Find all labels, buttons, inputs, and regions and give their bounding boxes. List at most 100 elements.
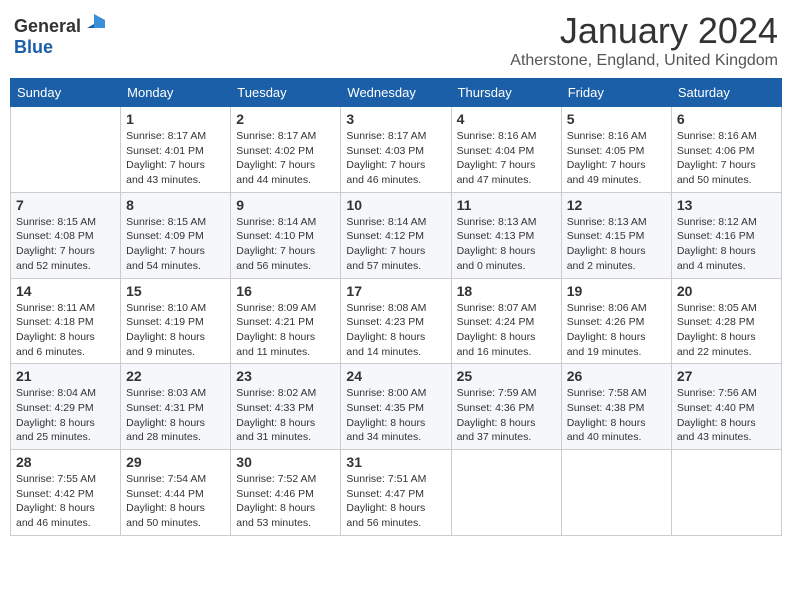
day-number: 25 <box>457 368 556 384</box>
day-number: 15 <box>126 283 225 299</box>
calendar-cell: 31Sunrise: 7:51 AMSunset: 4:47 PMDayligh… <box>341 450 451 536</box>
day-info: Sunrise: 8:02 AMSunset: 4:33 PMDaylight:… <box>236 386 335 445</box>
calendar-week-5: 28 Sunrise: 7:55 AMSunset: 4:42 PMDayligh… <box>11 450 782 536</box>
day-number: 30 <box>236 454 335 470</box>
calendar-cell: 26 Sunrise: 7:58 AMSunset: 4:38 PMDayligh… <box>561 364 671 450</box>
weekday-header-thursday: Thursday <box>451 79 561 107</box>
day-number: 31 <box>346 454 445 470</box>
day-info: Sunrise: 8:16 AMSunset: 4:05 PMDaylight:… <box>567 129 666 188</box>
day-number: 2 <box>236 111 335 127</box>
calendar-cell: 22 Sunrise: 8:03 AMSunset: 4:31 PMDayligh… <box>121 364 231 450</box>
calendar-week-1: 1Sunrise: 8:17 AMSunset: 4:01 PMDaylight… <box>11 107 782 193</box>
day-number: 27 <box>677 368 776 384</box>
day-info: Sunrise: 8:08 AMSunset: 4:23 PMDaylight:… <box>346 301 445 360</box>
title-area: January 2024 Atherstone, England, United… <box>510 10 778 70</box>
day-number: 8 <box>126 197 225 213</box>
calendar-cell: 2 Sunrise: 8:17 AMSunset: 4:02 PMDaylight… <box>231 107 341 193</box>
calendar-week-4: 21 Sunrise: 8:04 AMSunset: 4:29 PMDayligh… <box>11 364 782 450</box>
day-info: Sunrise: 7:55 AMSunset: 4:42 PMDaylight:… <box>16 472 115 531</box>
day-info: Sunrise: 8:13 AMSunset: 4:15 PMDaylight:… <box>567 215 666 274</box>
day-number: 28 <box>16 454 115 470</box>
day-number: 18 <box>457 283 556 299</box>
calendar-cell: 13 Sunrise: 8:12 AMSunset: 4:16 PMDayligh… <box>671 192 781 278</box>
day-info: Sunrise: 8:05 AMSunset: 4:28 PMDaylight:… <box>677 301 776 360</box>
calendar-cell: 16 Sunrise: 8:09 AMSunset: 4:21 PMDayligh… <box>231 278 341 364</box>
calendar-cell: 12 Sunrise: 8:13 AMSunset: 4:15 PMDayligh… <box>561 192 671 278</box>
weekday-header-monday: Monday <box>121 79 231 107</box>
logo-text: General Blue <box>14 10 105 58</box>
day-number: 12 <box>567 197 666 213</box>
month-title: January 2024 <box>510 10 778 52</box>
calendar-cell: 23Sunrise: 8:02 AMSunset: 4:33 PMDayligh… <box>231 364 341 450</box>
day-number: 13 <box>677 197 776 213</box>
calendar-cell: 3 Sunrise: 8:17 AMSunset: 4:03 PMDaylight… <box>341 107 451 193</box>
calendar-table: SundayMondayTuesdayWednesdayThursdayFrid… <box>10 78 782 536</box>
logo-blue: Blue <box>14 37 53 57</box>
day-info: Sunrise: 7:56 AMSunset: 4:40 PMDaylight:… <box>677 386 776 445</box>
calendar-cell: 8 Sunrise: 8:15 AMSunset: 4:09 PMDaylight… <box>121 192 231 278</box>
calendar-cell: 6 Sunrise: 8:16 AMSunset: 4:06 PMDaylight… <box>671 107 781 193</box>
calendar-cell: 29Sunrise: 7:54 AMSunset: 4:44 PMDayligh… <box>121 450 231 536</box>
day-info: Sunrise: 8:13 AMSunset: 4:13 PMDaylight:… <box>457 215 556 274</box>
weekday-header-sunday: Sunday <box>11 79 121 107</box>
logo-icon <box>83 10 105 32</box>
day-number: 3 <box>346 111 445 127</box>
calendar-cell: 28 Sunrise: 7:55 AMSunset: 4:42 PMDayligh… <box>11 450 121 536</box>
calendar-cell: 18Sunrise: 8:07 AMSunset: 4:24 PMDayligh… <box>451 278 561 364</box>
day-info: Sunrise: 8:14 AMSunset: 4:10 PMDaylight:… <box>236 215 335 274</box>
day-info: Sunrise: 8:03 AMSunset: 4:31 PMDaylight:… <box>126 386 225 445</box>
day-number: 6 <box>677 111 776 127</box>
calendar-cell: 21 Sunrise: 8:04 AMSunset: 4:29 PMDayligh… <box>11 364 121 450</box>
weekday-header-saturday: Saturday <box>671 79 781 107</box>
day-info: Sunrise: 8:09 AMSunset: 4:21 PMDaylight:… <box>236 301 335 360</box>
calendar-cell: 30 Sunrise: 7:52 AMSunset: 4:46 PMDayligh… <box>231 450 341 536</box>
calendar-cell: 19Sunrise: 8:06 AMSunset: 4:26 PMDayligh… <box>561 278 671 364</box>
calendar-week-3: 14Sunrise: 8:11 AMSunset: 4:18 PMDayligh… <box>11 278 782 364</box>
day-info: Sunrise: 7:58 AMSunset: 4:38 PMDaylight:… <box>567 386 666 445</box>
day-info: Sunrise: 7:54 AMSunset: 4:44 PMDaylight:… <box>126 472 225 531</box>
day-number: 16 <box>236 283 335 299</box>
calendar-cell: 4Sunrise: 8:16 AMSunset: 4:04 PMDaylight… <box>451 107 561 193</box>
day-info: Sunrise: 7:52 AMSunset: 4:46 PMDaylight:… <box>236 472 335 531</box>
day-info: Sunrise: 7:59 AMSunset: 4:36 PMDaylight:… <box>457 386 556 445</box>
calendar-cell: 17Sunrise: 8:08 AMSunset: 4:23 PMDayligh… <box>341 278 451 364</box>
day-info: Sunrise: 8:12 AMSunset: 4:16 PMDaylight:… <box>677 215 776 274</box>
weekday-header-tuesday: Tuesday <box>231 79 341 107</box>
day-info: Sunrise: 8:17 AMSunset: 4:02 PMDaylight:… <box>236 129 335 188</box>
location-title: Atherstone, England, United Kingdom <box>510 52 778 70</box>
calendar-cell: 7 Sunrise: 8:15 AMSunset: 4:08 PMDaylight… <box>11 192 121 278</box>
day-number: 4 <box>457 111 556 127</box>
day-info: Sunrise: 8:16 AMSunset: 4:06 PMDaylight:… <box>677 129 776 188</box>
calendar-cell <box>671 450 781 536</box>
logo: General Blue <box>14 10 105 58</box>
calendar-cell <box>451 450 561 536</box>
calendar-cell: 5 Sunrise: 8:16 AMSunset: 4:05 PMDaylight… <box>561 107 671 193</box>
day-number: 19 <box>567 283 666 299</box>
day-info: Sunrise: 8:15 AMSunset: 4:09 PMDaylight:… <box>126 215 225 274</box>
calendar-cell: 14Sunrise: 8:11 AMSunset: 4:18 PMDayligh… <box>11 278 121 364</box>
calendar-cell: 11 Sunrise: 8:13 AMSunset: 4:13 PMDayligh… <box>451 192 561 278</box>
day-info: Sunrise: 8:15 AMSunset: 4:08 PMDaylight:… <box>16 215 115 274</box>
day-info: Sunrise: 8:17 AMSunset: 4:01 PMDaylight:… <box>126 129 225 188</box>
day-number: 26 <box>567 368 666 384</box>
day-number: 22 <box>126 368 225 384</box>
day-number: 9 <box>236 197 335 213</box>
calendar-week-2: 7 Sunrise: 8:15 AMSunset: 4:08 PMDaylight… <box>11 192 782 278</box>
calendar-cell <box>11 107 121 193</box>
day-number: 20 <box>677 283 776 299</box>
weekday-header-wednesday: Wednesday <box>341 79 451 107</box>
day-info: Sunrise: 8:17 AMSunset: 4:03 PMDaylight:… <box>346 129 445 188</box>
day-number: 7 <box>16 197 115 213</box>
logo-general: General <box>14 16 81 36</box>
day-number: 5 <box>567 111 666 127</box>
calendar-cell: 24Sunrise: 8:00 AMSunset: 4:35 PMDayligh… <box>341 364 451 450</box>
day-info: Sunrise: 8:04 AMSunset: 4:29 PMDaylight:… <box>16 386 115 445</box>
day-number: 10 <box>346 197 445 213</box>
day-number: 21 <box>16 368 115 384</box>
calendar-cell <box>561 450 671 536</box>
calendar-cell: 1Sunrise: 8:17 AMSunset: 4:01 PMDaylight… <box>121 107 231 193</box>
calendar-cell: 9 Sunrise: 8:14 AMSunset: 4:10 PMDaylight… <box>231 192 341 278</box>
day-info: Sunrise: 8:11 AMSunset: 4:18 PMDaylight:… <box>16 301 115 360</box>
day-number: 11 <box>457 197 556 213</box>
weekday-header-friday: Friday <box>561 79 671 107</box>
